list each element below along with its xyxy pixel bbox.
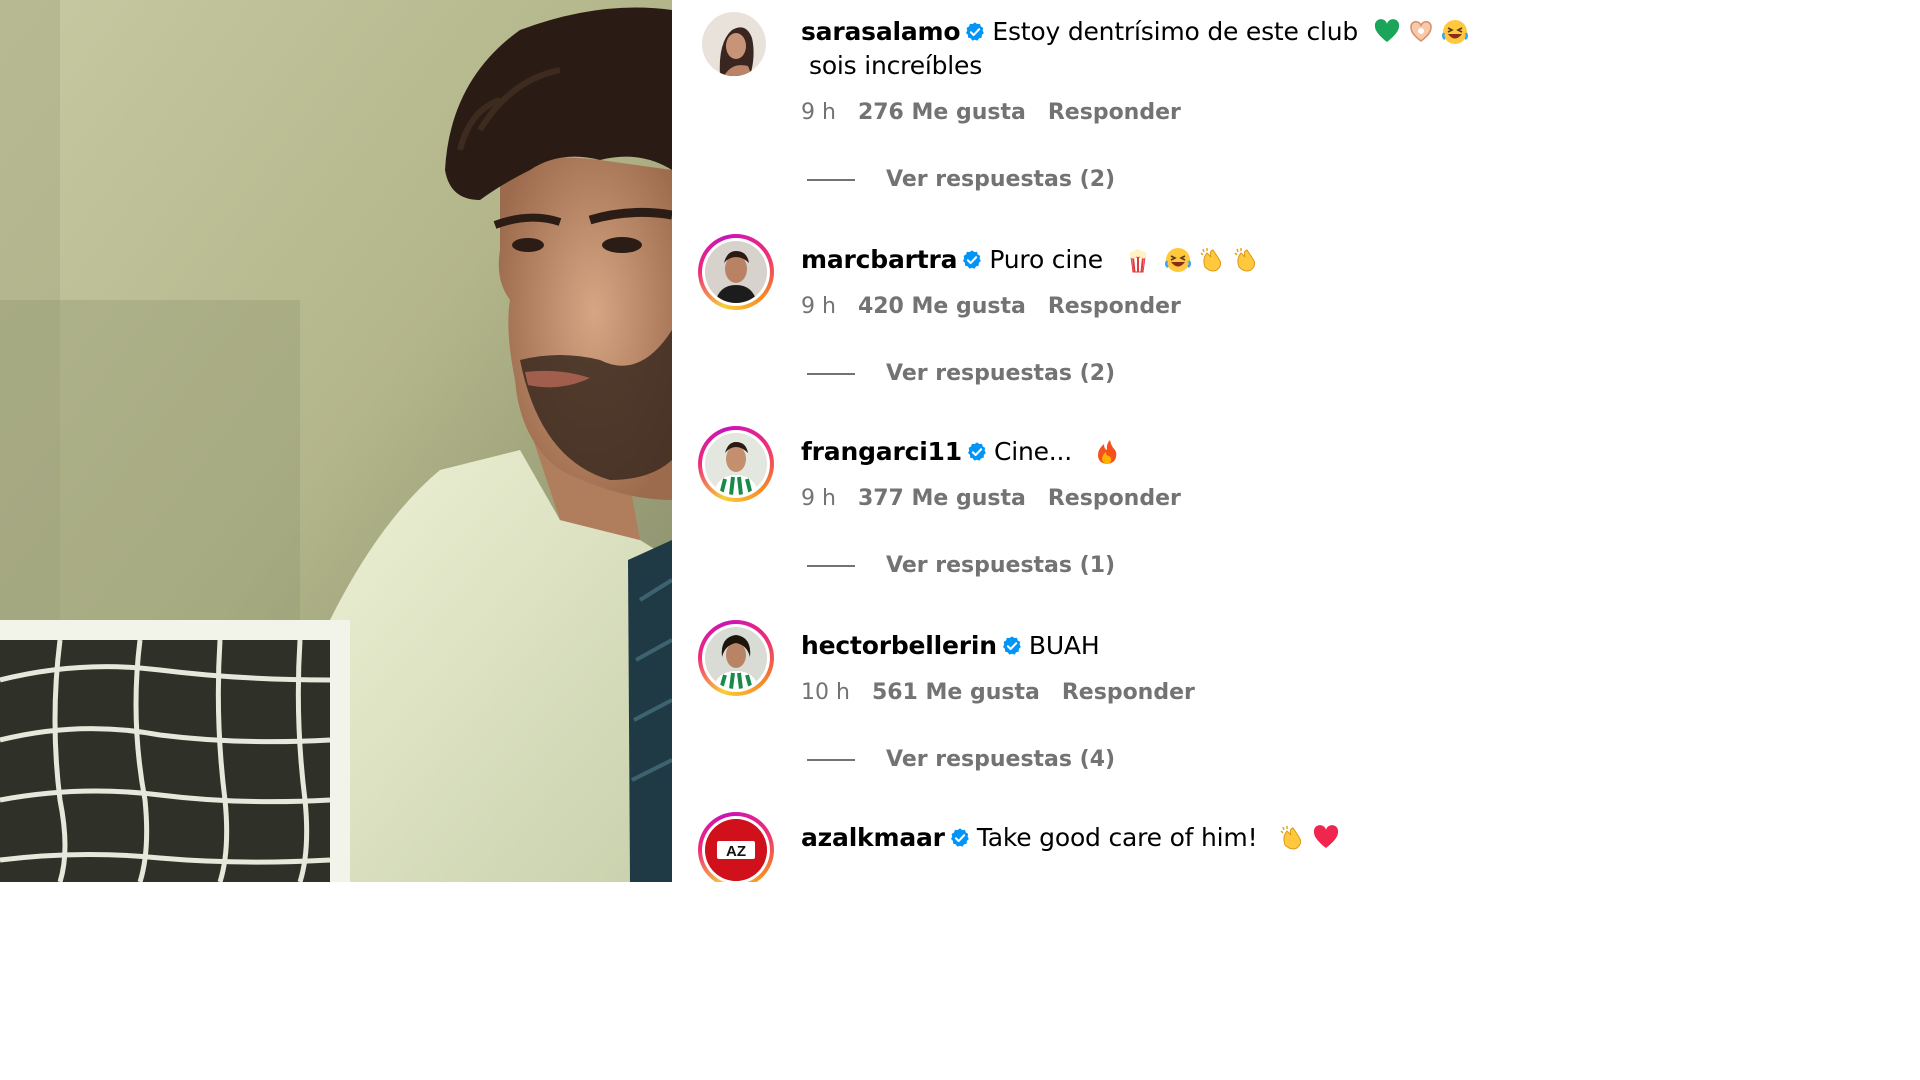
comment-text-block: hectorbellerin BUAH	[801, 629, 1528, 663]
view-replies-button[interactable]: Ver respuestas (1)	[807, 553, 1115, 578]
post-image-man-with-goal-net-photo	[0, 0, 672, 882]
comments-panel[interactable]: sarasalamo Estoy dentrísimo de este club …	[672, 0, 1568, 882]
comment-username[interactable]: frangarci11	[801, 437, 962, 466]
comment-text-block: azalkmaar Take good care of him!	[801, 821, 1528, 855]
avatar-logo-text: AZ	[726, 843, 746, 860]
reply-button[interactable]: Responder	[1048, 294, 1181, 319]
comment-text-tail: sois increíbles	[809, 51, 983, 80]
view-replies-button[interactable]: Ver respuestas (4)	[807, 747, 1115, 772]
popcorn-icon	[1129, 249, 1147, 273]
comment-likes[interactable]: 420 Me gusta	[858, 294, 1026, 319]
verified-badge-icon	[967, 442, 986, 461]
avatar[interactable]	[698, 12, 774, 88]
comment-meta: 9 h 276 Me gusta Responder	[801, 100, 1203, 125]
comment-username[interactable]: sarasalamo	[801, 17, 961, 46]
comment-text: Take good care of him!	[976, 823, 1258, 852]
comment-username[interactable]: azalkmaar	[801, 823, 945, 852]
avatar-hectorbellerin-image	[705, 627, 767, 689]
avatar-azalkmaar-logo: AZ	[705, 819, 767, 881]
avatar-frangarci11-image	[705, 433, 767, 495]
reply-button[interactable]: Responder	[1048, 100, 1181, 125]
avatar[interactable]	[698, 426, 774, 502]
avatar[interactable]: AZ	[698, 812, 774, 882]
comment-meta: 9 h 420 Me gusta Responder	[801, 294, 1203, 319]
instagram-post-view: sarasalamo Estoy dentrísimo de este club …	[0, 0, 1568, 882]
clapping-hands-icon	[1200, 248, 1221, 272]
verified-badge-icon	[1002, 636, 1021, 655]
comment-text-block: sarasalamo Estoy dentrísimo de este club …	[801, 15, 1528, 83]
avatar[interactable]	[698, 234, 774, 310]
replies-divider-line	[807, 564, 855, 567]
heart-hands-icon	[1410, 20, 1432, 42]
comment-time[interactable]: 9 h	[801, 486, 836, 511]
clapping-hands-icon	[1280, 826, 1302, 850]
view-replies-label: Ver respuestas (4)	[886, 747, 1116, 772]
comment-text: Estoy dentrísimo de este club	[992, 17, 1359, 46]
comment-time[interactable]: 10 h	[801, 680, 850, 705]
red-heart-icon	[1314, 825, 1339, 848]
comment-username[interactable]: marcbartra	[801, 245, 958, 274]
comment-likes[interactable]: 377 Me gusta	[858, 486, 1026, 511]
fire-icon	[1097, 440, 1117, 464]
reply-button[interactable]: Responder	[1048, 486, 1181, 511]
verified-badge-icon	[963, 250, 982, 269]
replies-divider-line	[807, 758, 855, 761]
comment-text: BUAH	[1028, 631, 1100, 660]
comment-meta: 10 h 561 Me gusta Responder	[801, 680, 1217, 705]
avatar[interactable]	[698, 620, 774, 696]
comment-text: Puro cine	[989, 245, 1103, 274]
comment-meta: 9 h 377 Me gusta Responder	[801, 486, 1203, 511]
verified-badge-icon	[950, 828, 969, 847]
clapping-hands-icon	[1234, 248, 1255, 272]
replies-divider-line	[807, 372, 855, 375]
view-replies-button[interactable]: Ver respuestas (2)	[807, 361, 1115, 386]
replies-divider-line	[807, 178, 855, 181]
avatar-sarasalamo-image	[702, 12, 766, 76]
comment-text-block: marcbartra Puro cine	[801, 243, 1528, 277]
avatar-marcbartra-image	[705, 241, 767, 303]
verified-badge-icon	[966, 22, 985, 41]
comment-time[interactable]: 9 h	[801, 294, 836, 319]
view-replies-label: Ver respuestas (1)	[886, 553, 1116, 578]
post-photo[interactable]	[0, 0, 672, 882]
comment-text: Cine...	[993, 437, 1073, 466]
reply-button[interactable]: Responder	[1062, 680, 1195, 705]
green-heart-icon	[1374, 19, 1399, 42]
laughing-face-icon	[1441, 20, 1468, 44]
comment-text-block: frangarci11 Cine...	[801, 435, 1528, 469]
comment-likes[interactable]: 561 Me gusta	[872, 680, 1040, 705]
view-replies-button[interactable]: Ver respuestas (2)	[807, 167, 1115, 192]
comment-username[interactable]: hectorbellerin	[801, 631, 997, 660]
view-replies-label: Ver respuestas (2)	[886, 361, 1116, 386]
comment-likes[interactable]: 276 Me gusta	[858, 100, 1026, 125]
view-replies-label: Ver respuestas (2)	[886, 167, 1116, 192]
comment-time[interactable]: 9 h	[801, 100, 836, 125]
laughing-face-icon	[1164, 248, 1191, 272]
